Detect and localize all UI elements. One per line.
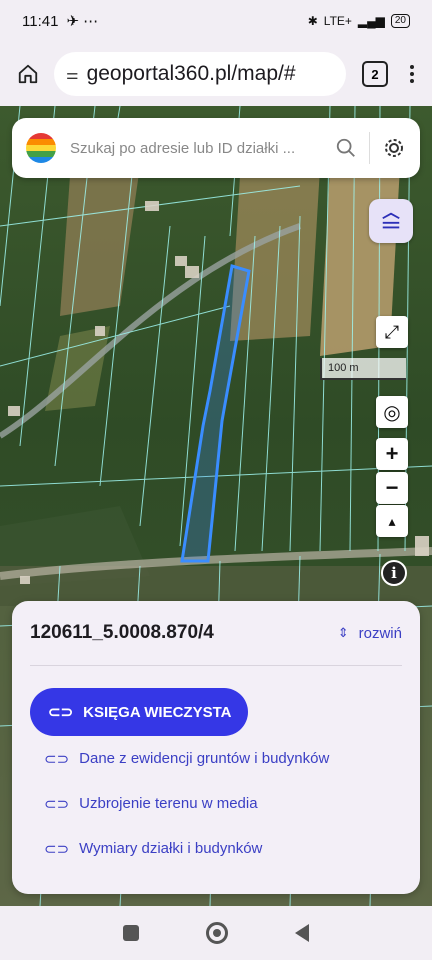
scale-bar: 100 m — [320, 358, 406, 380]
link-land-records[interactable]: ⊂⊃ Dane z ewidencji gruntów i budynków — [30, 736, 402, 781]
zoom-out-button[interactable]: − — [376, 472, 408, 504]
url-bar[interactable]: ⚌ geoportal360.pl/map/# — [54, 52, 346, 96]
info-button[interactable]: i — [381, 560, 407, 586]
bluetooth-icon: ✱ — [307, 14, 318, 28]
tab-switcher-button[interactable]: 2 — [362, 61, 388, 87]
link-icon: ⊂⊃ — [44, 840, 70, 858]
back-button[interactable] — [294, 924, 309, 942]
battery-icon: 20 — [390, 14, 410, 28]
url-text: geoportal360.pl/map/# — [86, 62, 296, 85]
status-right: ✱ LTE+ ▂▄▆ 20 — [308, 14, 410, 28]
link-icon: ⊂⊃ — [48, 704, 74, 721]
gear-icon[interactable] — [382, 136, 406, 160]
home-nav-button[interactable] — [205, 922, 228, 944]
fullscreen-icon: ⤢ — [384, 321, 400, 342]
parcel-id: 120611_5.0008.870/4 — [30, 622, 214, 643]
panel-divider — [30, 665, 402, 666]
signal-icon: ▂▄▆ — [357, 14, 385, 28]
link-label: Uzbrojenie terenu w media — [79, 795, 258, 812]
browser-menu-button[interactable] — [402, 65, 422, 83]
compass-button[interactable]: ▴ — [376, 505, 408, 537]
locate-button[interactable]: ◎ — [376, 396, 408, 428]
system-nav-bar — [0, 906, 432, 960]
layers-button[interactable] — [369, 199, 413, 243]
link-label: Wymiary działki i budynków — [79, 840, 263, 857]
link-utilities[interactable]: ⊂⊃ Uzbrojenie terenu w media — [30, 781, 402, 826]
zoom-in-button[interactable]: + — [376, 438, 408, 470]
link-dimensions[interactable]: ⊂⊃ Wymiary działki i budynków — [30, 826, 402, 871]
plus-icon: + — [385, 441, 399, 466]
home-icon — [18, 64, 38, 84]
link-icon: ⊂⊃ — [44, 795, 70, 813]
search-bar[interactable]: Szukaj po adresie lub ID działki ... — [12, 118, 420, 178]
fullscreen-button[interactable]: ⤢ — [376, 316, 408, 348]
notification-icons: ✈ ⋯ — [66, 13, 99, 30]
network-label: LTE+ — [323, 14, 352, 28]
land-register-label: KSIĘGA WIECZYSTA — [83, 703, 232, 721]
compass-icon: ▴ — [388, 512, 396, 529]
expand-label: rozwiń — [358, 624, 402, 642]
site-settings-icon[interactable]: ⚌ — [66, 66, 79, 83]
unfold-icon: ⇕ — [337, 625, 349, 640]
panel-header: 120611_5.0008.870/4 ⇕ rozwiń — [30, 601, 402, 665]
clock: 11:41 — [22, 12, 59, 30]
browser-toolbar: ⚌ geoportal360.pl/map/# 2 — [0, 42, 432, 106]
search-icon[interactable] — [335, 137, 357, 159]
land-register-button[interactable]: ⊂⊃ KSIĘGA WIECZYSTA — [30, 688, 248, 736]
home-button[interactable] — [10, 56, 46, 92]
parcel-panel: 120611_5.0008.870/4 ⇕ rozwiń ⊂⊃ KSIĘGA W… — [12, 601, 420, 894]
minus-icon: − — [385, 475, 399, 500]
status-bar: 11:41 ✈ ⋯ ✱ LTE+ ▂▄▆ 20 — [0, 0, 432, 42]
search-input[interactable]: Szukaj po adresie lub ID działki ... — [70, 140, 335, 157]
layers-icon — [382, 212, 400, 229]
locate-icon: ◎ — [383, 401, 401, 424]
info-icon: i — [391, 564, 397, 582]
search-divider — [369, 132, 370, 164]
link-icon: ⊂⊃ — [44, 750, 70, 768]
recents-button[interactable] — [123, 925, 140, 941]
link-label: Dane z ewidencji gruntów i budynków — [79, 750, 330, 767]
expand-button[interactable]: ⇕ rozwiń — [338, 625, 402, 642]
geoportal-logo[interactable] — [26, 133, 56, 163]
status-left: 11:41 ✈ ⋯ — [22, 12, 99, 31]
